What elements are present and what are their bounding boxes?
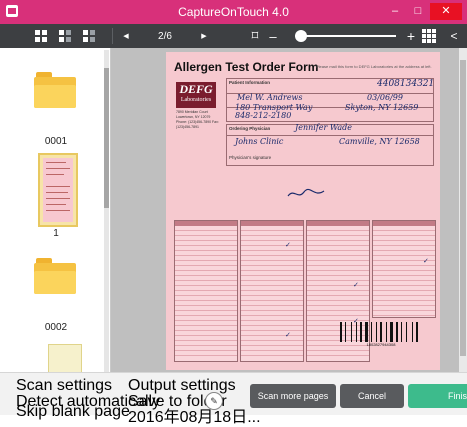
barcode-bar (365, 322, 368, 342)
preview-scrollbar-thumb[interactable] (460, 60, 466, 356)
grid-small-icon (83, 30, 95, 42)
thumbnail-panel: 0001 1 0002 (0, 48, 111, 372)
barcode-bar (390, 322, 393, 342)
thumbnail-label: 0001 (44, 136, 68, 147)
barcode-bar (376, 322, 377, 342)
folder-icon[interactable] (34, 72, 76, 108)
lab-address: 7890 Meridian Court Lowertown, NY 12079 … (176, 110, 219, 129)
barcode-bar (396, 322, 398, 342)
zoom-in-button[interactable]: + (404, 24, 418, 48)
medium-thumbnails-view-button[interactable] (54, 24, 76, 48)
barcode: 1802827944308 (336, 322, 426, 347)
fit-page-button[interactable]: ⌑ (245, 24, 265, 48)
logo-name: DEFG (179, 82, 213, 96)
barcode-bar (380, 322, 382, 342)
allergen-column: ✓✓ (240, 220, 304, 362)
check-mark: ✓ (423, 258, 429, 265)
folder-icon[interactable] (34, 258, 76, 294)
barcode-bar (360, 322, 362, 342)
toolbar: ◀ 2/6 ▶ ⌑ – + < (0, 24, 467, 48)
patient-phone: 848-212-2180 (235, 111, 292, 120)
close-button[interactable]: ✕ (430, 3, 462, 20)
barcode-bar (345, 322, 346, 342)
barcode-bar (412, 322, 413, 342)
minimize-button[interactable]: – (384, 3, 406, 20)
physician-name: Jennifer Wade (295, 123, 353, 132)
page-indicator: 2/6 (158, 30, 172, 42)
patient-id: 4408134321 (377, 79, 435, 89)
barcode-bar (351, 322, 352, 342)
table-row (175, 351, 237, 356)
patient-city: Skyton, NY 12659 (345, 103, 419, 112)
collapse-panel-button[interactable]: < (446, 24, 462, 48)
barcode-bar (356, 322, 357, 342)
grid-medium-icon (59, 30, 71, 42)
physician-signature (287, 188, 325, 197)
output-setting-filename: 2016年08月18日... (128, 409, 261, 426)
patient-dob: 03/06/99 (367, 93, 403, 102)
ordering-physician-label: Ordering Physician (229, 126, 271, 131)
barcode-bar (340, 322, 342, 342)
barcode-bar (371, 322, 372, 342)
patient-info-box: Patient Information 4408134321 Mel W. An… (226, 78, 434, 122)
grid-large-icon (35, 30, 47, 42)
scanned-document: Allergen Test Order Form Please mail thi… (166, 52, 440, 370)
finish-button[interactable]: Finis (408, 384, 467, 408)
table-row (241, 351, 303, 356)
small-thumbnails-view-button[interactable] (78, 24, 100, 48)
toolbar-divider (112, 28, 113, 44)
allergen-column (174, 220, 238, 362)
document-title: Allergen Test Order Form (174, 60, 319, 74)
title-bar: CaptureOnTouch 4.0 – □ ✕ (0, 0, 467, 24)
zoom-slider-track[interactable] (300, 35, 396, 37)
allergen-column: ✓ (372, 220, 436, 318)
edit-settings-button[interactable]: ✎ (205, 392, 223, 410)
thumbnail-page-number: 1 (53, 228, 59, 239)
page-grid-view-button[interactable] (421, 24, 437, 48)
ordering-physician-box: Ordering Physician Jennifer Wade Johns C… (226, 123, 434, 166)
check-mark: ✓ (285, 332, 291, 339)
barcode-number: 1802827944308 (366, 342, 396, 347)
barcode-bar (406, 322, 407, 342)
thumbnail-label: 0002 (44, 322, 68, 333)
check-mark: ✓ (285, 242, 291, 249)
barcode-bar (386, 322, 387, 342)
logo-subtitle: Laboratories (180, 97, 212, 103)
check-mark: ✓ (353, 282, 359, 289)
large-thumbnails-view-button[interactable] (30, 24, 52, 48)
barcode-bar (401, 322, 402, 342)
patient-info-label: Patient Information (229, 80, 271, 85)
page-thumbnail-selected[interactable] (38, 153, 78, 227)
physician-signature-label: Physician's signature (229, 155, 272, 160)
scan-setting-skip-blank: Skip blank page (16, 403, 130, 420)
document-note: Please mail this form to DEFG Laboratori… (316, 64, 432, 69)
cancel-button[interactable]: Cancel (340, 384, 404, 408)
physician-city: Camville, NY 12658 (339, 137, 420, 146)
table-row (373, 311, 435, 316)
previous-page-button[interactable]: ◀ (118, 24, 134, 48)
lab-logo: DEFG Laboratories (176, 82, 216, 108)
patient-name: Mel W. Andrews (237, 93, 303, 102)
next-page-button[interactable]: ▶ (196, 24, 212, 48)
thumbnail-scrollbar-thumb[interactable] (104, 68, 109, 208)
clinic-name: Johns Clinic (235, 137, 284, 146)
maximize-button[interactable]: □ (407, 3, 429, 20)
grid-nine-icon (422, 29, 436, 43)
zoom-out-button[interactable]: – (266, 24, 280, 48)
page-thumbnail[interactable] (48, 344, 82, 374)
scan-more-pages-button[interactable]: Scan more pages (250, 384, 336, 408)
barcode-bar (416, 322, 418, 342)
table-row (307, 351, 369, 356)
zoom-slider-thumb[interactable] (294, 30, 307, 42)
